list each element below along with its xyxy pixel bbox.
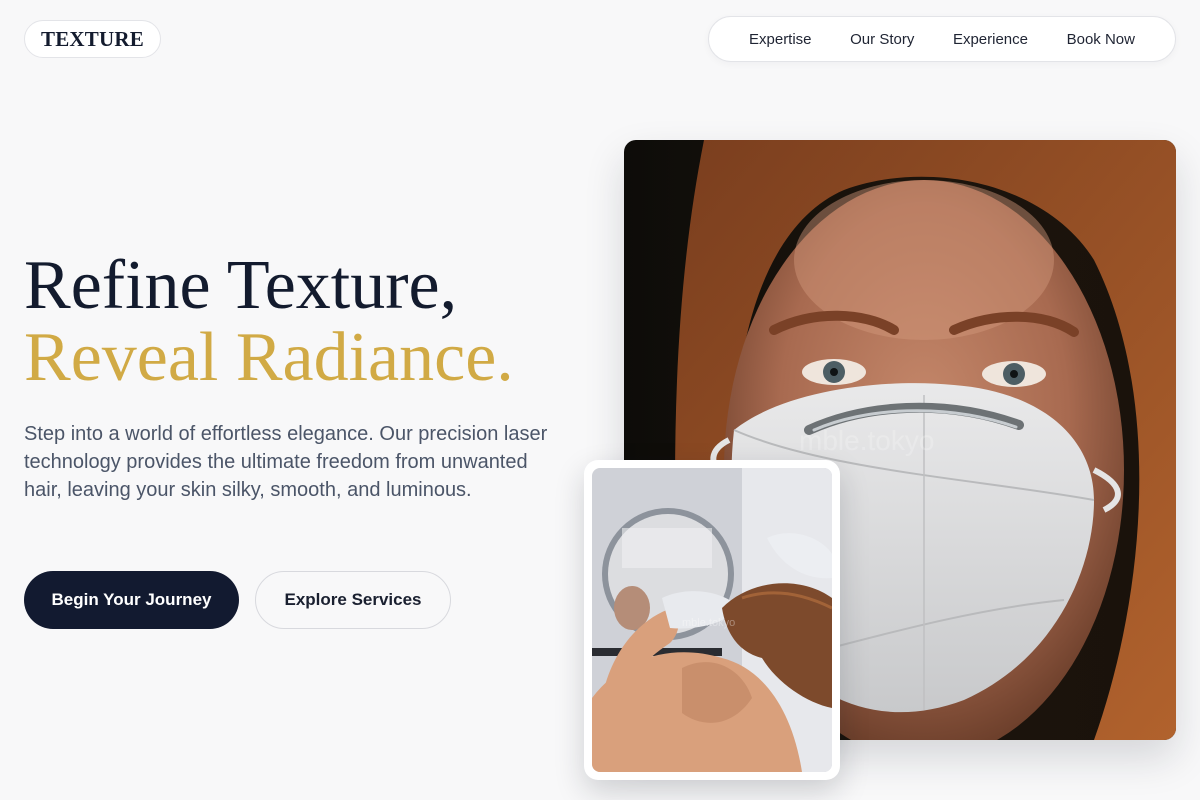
hair-treatment-illustration: mble.tokyo	[592, 468, 832, 772]
nav-item-book-now[interactable]: Book Now	[1067, 31, 1135, 48]
headline-line-1: Refine Texture,	[24, 247, 458, 324]
top-nav: Expertise Our Story Experience Book Now	[708, 16, 1176, 62]
main-watermark: mble.tokyo	[799, 425, 934, 456]
hero-headline: Refine Texture, Reveal Radiance.	[24, 250, 514, 394]
nav-item-experience[interactable]: Experience	[953, 31, 1028, 48]
landing-page: TEXTURE Expertise Our Story Experience B…	[0, 0, 1200, 800]
hair-treatment-photo: mble.tokyo	[592, 468, 832, 772]
nav-item-our-story[interactable]: Our Story	[850, 31, 914, 48]
begin-journey-button[interactable]: Begin Your Journey	[24, 571, 239, 629]
secondary-photo-card: mble.tokyo	[584, 460, 840, 780]
brand-logo[interactable]: TEXTURE	[24, 20, 161, 58]
headline-line-2: Reveal Radiance.	[24, 319, 514, 396]
card-watermark: mble.tokyo	[682, 617, 735, 629]
nav-item-expertise[interactable]: Expertise	[749, 31, 812, 48]
explore-services-button[interactable]: Explore Services	[255, 571, 451, 629]
hero-description: Step into a world of effortless elegance…	[24, 423, 548, 501]
